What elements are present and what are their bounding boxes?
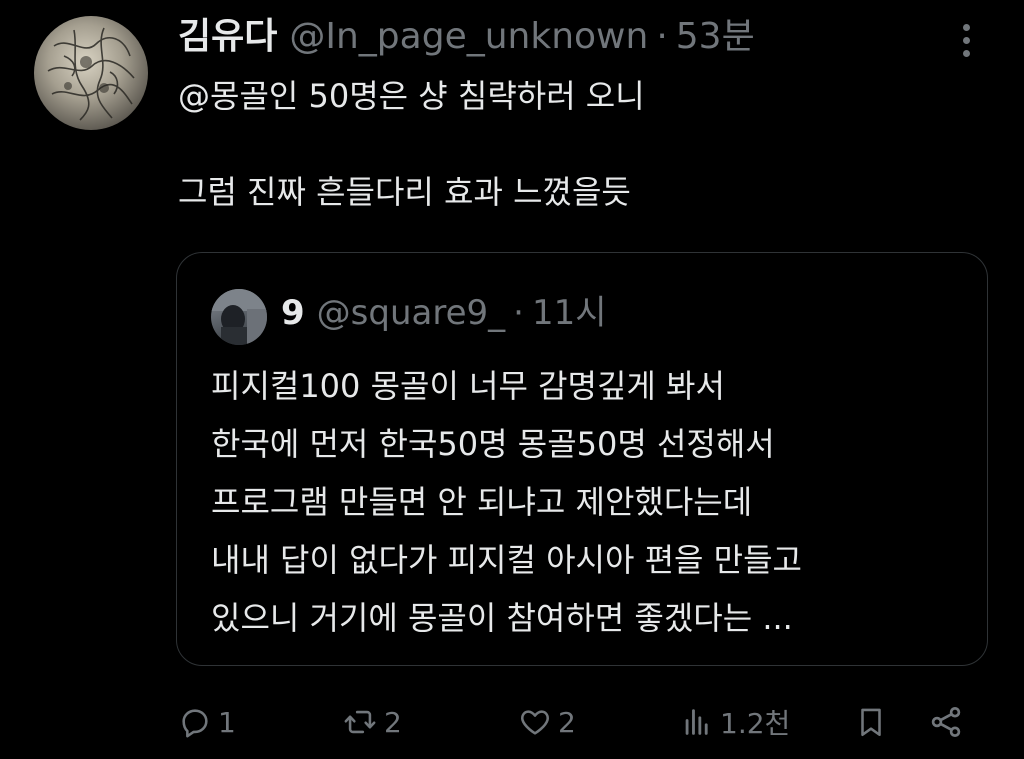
action-bar: 1 2 2 1.2천	[176, 696, 976, 748]
quote-avatar[interactable]	[211, 289, 267, 345]
user-handle[interactable]: @In_page_unknown	[289, 14, 648, 60]
views-count: 1.2천	[720, 707, 791, 740]
retweet-icon	[344, 710, 376, 734]
tweet-header: 김유다 @In_page_unknown · 53분	[178, 14, 755, 60]
quote-display-name[interactable]: 9	[281, 291, 305, 335]
bookmark-icon	[861, 708, 881, 737]
retweet-button[interactable]: 2	[342, 696, 402, 748]
tweet-text: @몽골인 50명은 샹 침략하러 오니 그럼 진짜 흔들다리 효과 느꼈을듯	[178, 77, 645, 211]
heart-icon	[521, 710, 549, 735]
quote-avatar-photo	[211, 289, 267, 345]
views-chart-icon	[685, 709, 708, 735]
bookmark-button[interactable]	[854, 696, 888, 748]
reply-icon	[182, 709, 208, 738]
quote-text: 피지컬100 몽골이 너무 감명깊게 봐서 한국에 먼저 한국50명 몽골50명…	[211, 367, 802, 637]
more-options-button[interactable]	[946, 18, 986, 62]
avatar-engraving-image	[47, 27, 135, 121]
quote-timestamp[interactable]: 11시	[532, 291, 607, 335]
quote-user-handle[interactable]: @square9_	[317, 291, 505, 335]
reply-button[interactable]: 1	[178, 696, 236, 748]
like-button[interactable]: 2	[518, 696, 576, 748]
reply-count: 1	[218, 705, 236, 739]
share-icon	[931, 707, 961, 737]
avatar[interactable]	[34, 16, 148, 130]
tweet: 김유다 @In_page_unknown · 53분 @몽골인 50명은 샹 침…	[0, 0, 1024, 759]
quoted-tweet-card[interactable]: 9 @square9_ · 11시 피지컬100 몽골이 너무 감명깊게 봐서 …	[176, 252, 988, 666]
quote-header: 9 @square9_ · 11시	[281, 291, 607, 335]
quote-separator-dot: ·	[513, 293, 524, 333]
separator-dot: ·	[656, 16, 668, 57]
more-dots-icon	[962, 23, 970, 31]
like-count: 2	[558, 705, 576, 739]
share-button[interactable]	[928, 696, 964, 748]
display-name[interactable]: 김유다	[178, 14, 277, 60]
views-button[interactable]: 1.2천	[680, 696, 790, 748]
retweet-count: 2	[384, 705, 402, 739]
timestamp[interactable]: 53분	[676, 14, 755, 60]
